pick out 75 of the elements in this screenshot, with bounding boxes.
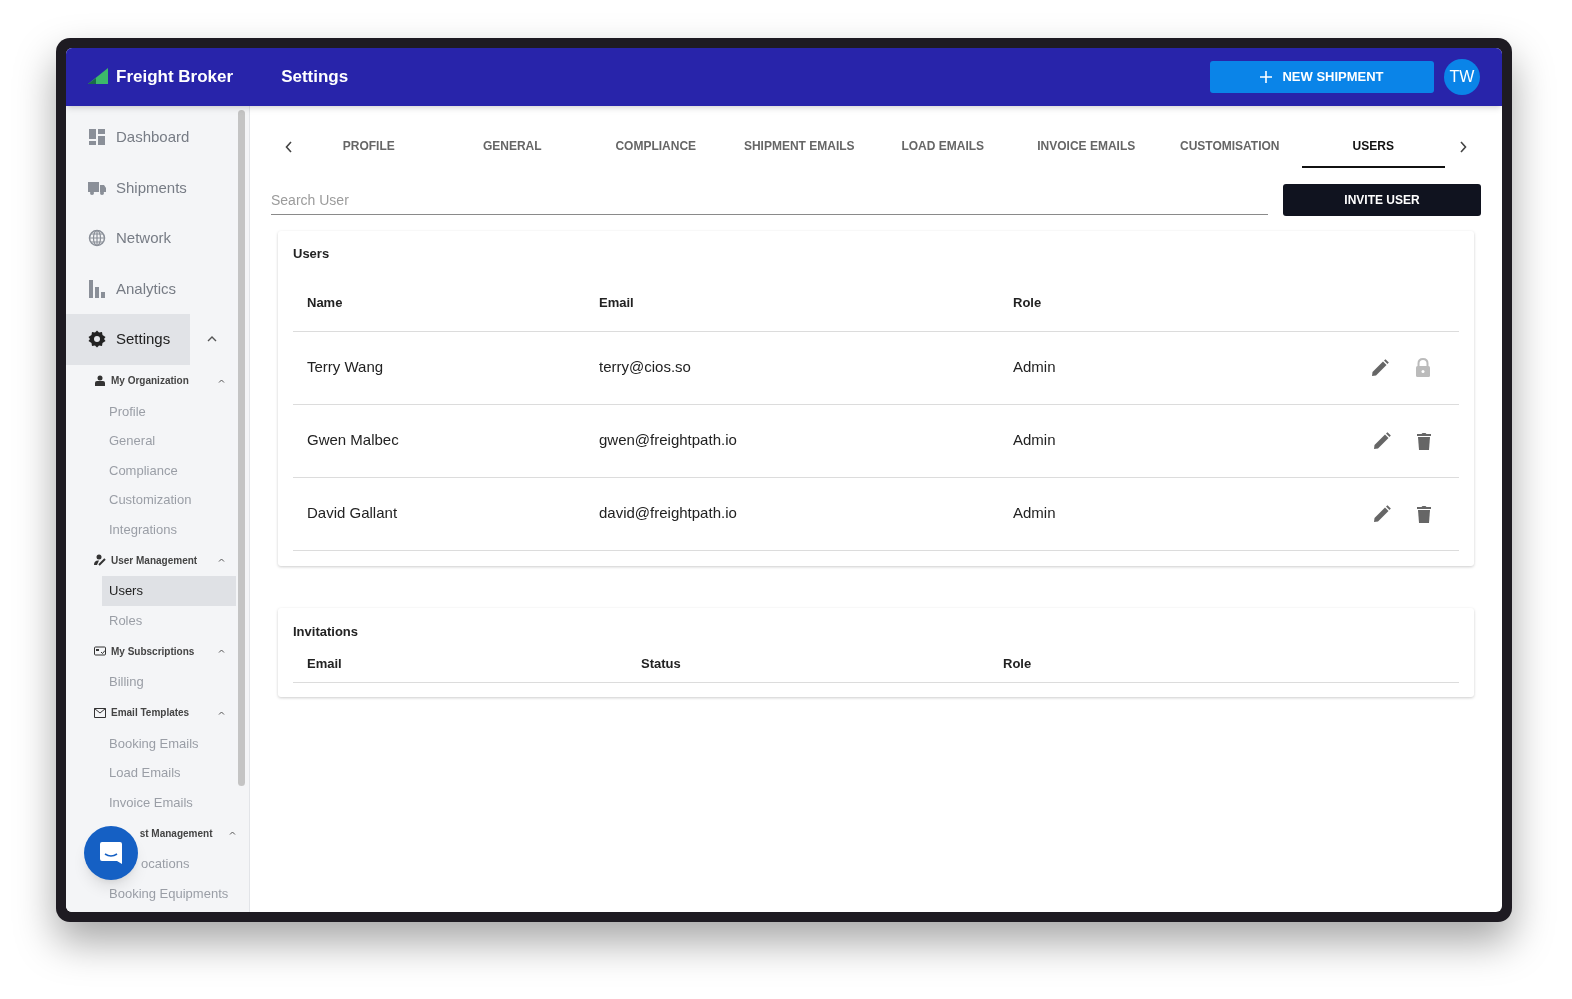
tab[interactable]: USERS bbox=[1301, 126, 1445, 168]
nav-item[interactable]: Dashboard bbox=[66, 112, 190, 163]
nav-item[interactable]: Settings bbox=[66, 314, 190, 365]
column-header: Status bbox=[641, 655, 681, 671]
sidebar-subitem[interactable]: Invoice Emails bbox=[109, 792, 193, 813]
sidebar-subitem[interactable]: General bbox=[109, 430, 156, 451]
sidebar-subitem[interactable]: Users bbox=[102, 576, 236, 606]
delete-icon[interactable] bbox=[1417, 504, 1431, 523]
sidebar-subitem[interactable]: Integrations bbox=[109, 519, 177, 540]
column-header: Role bbox=[1003, 655, 1032, 671]
user-edit-icon bbox=[94, 554, 106, 566]
group-title[interactable]: My Subscriptions bbox=[111, 643, 218, 659]
sidebar-subitem[interactable]: Compliance bbox=[109, 460, 178, 481]
chat-icon bbox=[98, 840, 124, 866]
page-title: Settings bbox=[281, 66, 349, 89]
tab[interactable]: SHIPMENT EMAILS bbox=[727, 126, 871, 168]
card-title: Invitations bbox=[293, 622, 359, 641]
user-name: Gwen Malbec bbox=[307, 431, 399, 449]
column-header: Email bbox=[599, 294, 635, 312]
new-shipment-button[interactable]: NEW SHIPMENT bbox=[1210, 61, 1434, 93]
edit-icon[interactable] bbox=[1371, 358, 1389, 377]
user-role: Admin bbox=[1013, 358, 1056, 376]
chevron-right-icon[interactable] bbox=[1459, 141, 1467, 153]
tab[interactable]: COMPLIANCE bbox=[584, 126, 728, 168]
chart-icon bbox=[88, 279, 106, 298]
sidebar-subitem[interactable]: Profile bbox=[109, 401, 146, 422]
user-avatar[interactable]: TW bbox=[1444, 59, 1480, 95]
edit-icon[interactable] bbox=[1373, 431, 1391, 450]
app-name: Freight Broker bbox=[116, 66, 234, 89]
group-title[interactable]: st Management bbox=[139, 825, 230, 841]
group-title[interactable]: Email Templates bbox=[111, 705, 218, 720]
user-email: terry@cios.so bbox=[599, 358, 691, 376]
user-role: Admin bbox=[1013, 504, 1056, 522]
card-icon bbox=[94, 645, 106, 657]
sidebar-subitem[interactable]: ocations bbox=[141, 853, 190, 874]
tab[interactable]: CUSTOMISATION bbox=[1158, 126, 1302, 168]
tab[interactable]: GENERAL bbox=[440, 126, 584, 168]
delete-icon[interactable] bbox=[1417, 431, 1431, 450]
gear-icon bbox=[88, 330, 106, 349]
chevron-up-icon[interactable] bbox=[207, 336, 217, 343]
plus-icon bbox=[1260, 71, 1273, 83]
sidebar-subitem[interactable]: Customization bbox=[109, 489, 192, 510]
column-header: Name bbox=[307, 294, 344, 312]
group-title[interactable]: My Organization bbox=[111, 373, 218, 388]
chevron-up-icon[interactable] bbox=[229, 831, 236, 835]
sidebar-subitem[interactable]: Roles bbox=[109, 610, 143, 631]
tab[interactable]: INVOICE EMAILS bbox=[1014, 126, 1158, 168]
scrollbar[interactable] bbox=[238, 110, 245, 786]
mail-icon bbox=[94, 706, 106, 719]
nav-item[interactable]: Network bbox=[66, 213, 190, 264]
logo-icon bbox=[88, 68, 110, 86]
dashboard-icon bbox=[88, 128, 106, 147]
org-icon bbox=[94, 374, 106, 387]
tab[interactable]: LOAD EMAILS bbox=[871, 126, 1015, 168]
globe-icon bbox=[88, 229, 106, 248]
chevron-left-icon[interactable] bbox=[285, 141, 293, 153]
nav-item[interactable]: Analytics bbox=[66, 263, 190, 314]
edit-icon[interactable] bbox=[1373, 504, 1391, 523]
search-field[interactable]: Search User bbox=[271, 185, 1268, 215]
sidebar-subitem[interactable]: Booking Emails bbox=[109, 733, 199, 754]
column-header: Email bbox=[307, 655, 342, 671]
user-email: gwen@freightpath.io bbox=[599, 431, 737, 449]
sidebar-subitem[interactable]: Billing bbox=[109, 671, 144, 692]
user-name: David Gallant bbox=[307, 504, 398, 522]
group-title[interactable]: User Management bbox=[111, 552, 218, 568]
sidebar-subitem[interactable]: Booking Equipments bbox=[109, 883, 229, 904]
tab[interactable]: PROFILE bbox=[297, 126, 441, 168]
user-role: Admin bbox=[1013, 431, 1056, 449]
card-title: Users bbox=[293, 245, 331, 263]
sidebar-subitem[interactable]: Load Emails bbox=[109, 762, 181, 783]
user-name: Terry Wang bbox=[307, 358, 384, 376]
invite-user-button[interactable]: INVITE USER bbox=[1283, 184, 1481, 216]
column-header: Role bbox=[1013, 294, 1043, 312]
nav-item[interactable]: Shipments bbox=[66, 162, 190, 213]
user-email: david@freightpath.io bbox=[599, 504, 737, 522]
